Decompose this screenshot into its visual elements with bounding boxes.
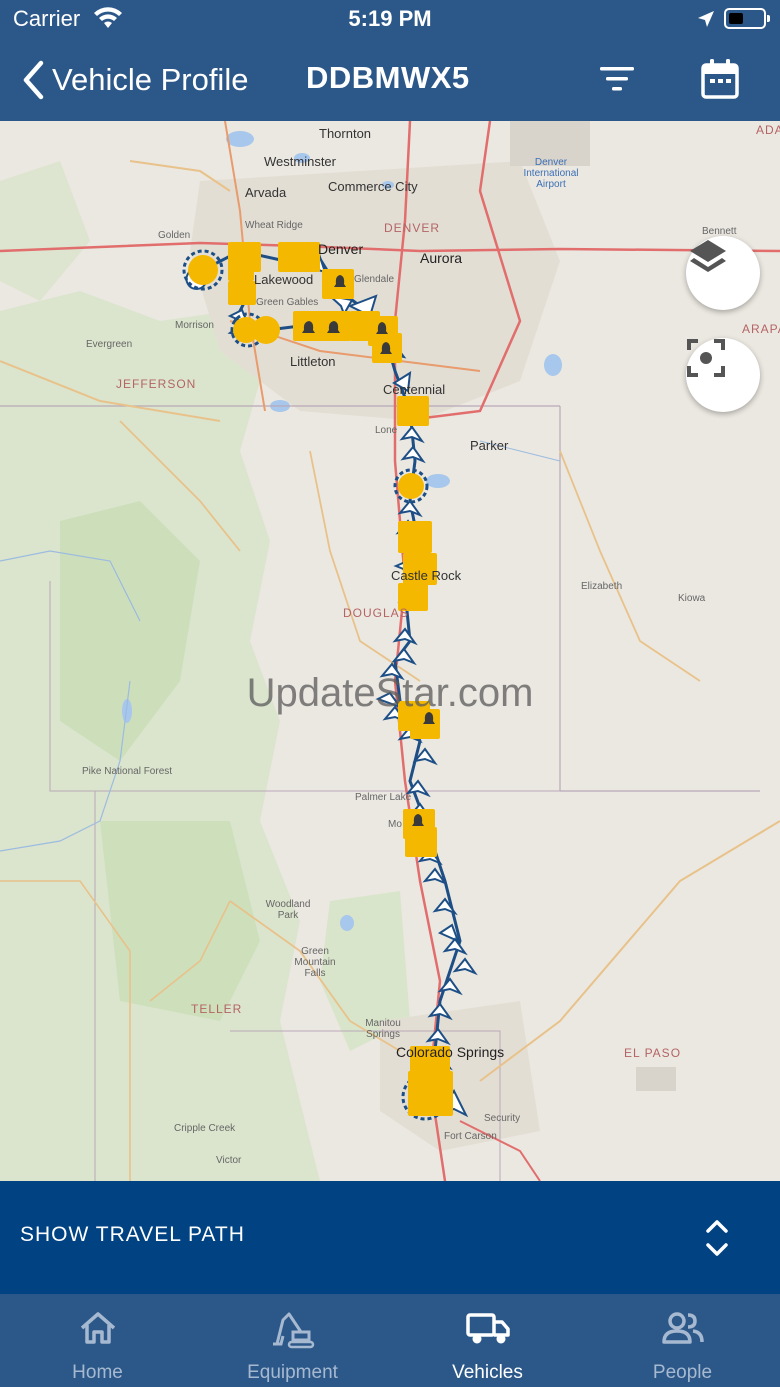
location-arrow-icon xyxy=(696,9,716,34)
map-layers-button[interactable] xyxy=(686,236,760,310)
map-label-woodland-park: Woodland Park xyxy=(265,899,311,921)
map-label-thornton: Thornton xyxy=(319,126,372,141)
map-label-el-paso: EL PASO xyxy=(624,1046,682,1060)
map-label-airport: Denver International Airport xyxy=(523,157,579,190)
map-label-elizabeth: Elizabeth xyxy=(581,581,623,592)
map-label-wheat-ridge: Wheat Ridge xyxy=(245,220,303,231)
calendar-button[interactable] xyxy=(700,58,740,105)
tab-vehicles-label: Vehicles xyxy=(452,1362,523,1383)
map-label-palmer-lake: Palmer Lake xyxy=(355,792,412,803)
chevron-left-icon xyxy=(23,60,44,100)
show-travel-path-bar[interactable]: SHOW TRAVEL PATH xyxy=(0,1181,780,1294)
map-label-lakewood: Lakewood xyxy=(254,272,314,287)
people-icon xyxy=(661,1312,704,1344)
tab-people[interactable]: People xyxy=(585,1294,780,1387)
calendar-icon xyxy=(701,59,739,99)
back-button[interactable]: Vehicle Profile xyxy=(22,58,248,102)
map-view[interactable]: Thornton Westminster Arvada Commerce Cit… xyxy=(0,121,780,1181)
status-time: 5:19 PM xyxy=(348,6,432,31)
map-recenter-button[interactable] xyxy=(686,338,760,412)
page-title: DDBMWX5 xyxy=(306,60,470,95)
map-label-golden: Golden xyxy=(158,230,191,241)
focus-frame-icon xyxy=(687,339,725,377)
map-label-fort-carson: Fort Carson xyxy=(444,1131,497,1142)
map-label-ada: ADA xyxy=(756,123,780,137)
map-label-morrison: Morrison xyxy=(175,320,214,331)
tab-home[interactable]: Home xyxy=(0,1294,195,1387)
map-label-jefferson: JEFFERSON xyxy=(116,377,197,391)
filter-button[interactable] xyxy=(598,64,636,99)
tab-equipment-label: Equipment xyxy=(247,1362,338,1383)
chevron-up-down-icon[interactable] xyxy=(704,1217,730,1259)
tab-home-label: Home xyxy=(72,1362,123,1383)
back-label: Vehicle Profile xyxy=(52,62,249,97)
map-label-denver: Denver xyxy=(318,241,364,257)
map-label-monument: Mo xyxy=(388,819,402,830)
tab-equipment[interactable]: Equipment xyxy=(195,1294,390,1387)
map-label-cripple-creek: Cripple Creek xyxy=(174,1123,236,1134)
home-icon xyxy=(80,1312,115,1344)
map-label-green-mountain-falls: Green Mountain Falls xyxy=(294,946,336,979)
map-label-manitou-springs: Manitou Springs xyxy=(365,1018,401,1040)
tab-people-label: People xyxy=(652,1362,713,1383)
map-label-security: Security xyxy=(484,1113,521,1124)
top-bar: Carrier 5:19 PM Vehicle Profile DDBMWX5 xyxy=(0,0,780,121)
filter-icon xyxy=(600,67,634,91)
map-label-victor: Victor xyxy=(216,1155,242,1166)
map-label-kiowa: Kiowa xyxy=(678,593,706,604)
map-label-evergreen: Evergreen xyxy=(86,339,133,350)
layers-icon xyxy=(690,240,726,272)
map-label-centennial: Centennial xyxy=(383,382,446,397)
tab-vehicles[interactable]: Vehicles xyxy=(390,1294,585,1387)
map-label-arapa: ARAPA xyxy=(742,322,780,336)
watermark: UpdateStar.com xyxy=(246,671,534,715)
truck-icon xyxy=(465,1313,510,1344)
map-label-douglas: DOUGLAS xyxy=(343,606,409,620)
excavator-icon xyxy=(272,1312,314,1349)
map-label-glendale: Glendale xyxy=(354,274,395,285)
map-label-green-gables: Green Gables xyxy=(256,297,319,308)
battery-icon xyxy=(724,8,770,29)
map-label-lone-tree: Lone xyxy=(375,425,398,436)
map-label-colorado-springs: Colorado Springs xyxy=(396,1044,505,1060)
map-label-arvada: Arvada xyxy=(245,185,287,200)
bottom-tab-bar: Home Equipment Vehicles People xyxy=(0,1294,780,1387)
map-label-denver-county: DENVER xyxy=(384,221,441,235)
map-label-pike-forest: Pike National Forest xyxy=(82,766,173,777)
map-label-parker: Parker xyxy=(470,438,509,453)
map-label-westminster: Westminster xyxy=(264,154,336,169)
map-label-commerce-city: Commerce City xyxy=(328,179,418,194)
map-label-aurora: Aurora xyxy=(420,250,463,266)
map-label-castle-rock: Castle Rock xyxy=(391,568,462,583)
map-label-teller: TELLER xyxy=(191,1002,243,1016)
travel-path-label: SHOW TRAVEL PATH xyxy=(20,1223,245,1246)
map-label-littleton: Littleton xyxy=(290,354,336,369)
